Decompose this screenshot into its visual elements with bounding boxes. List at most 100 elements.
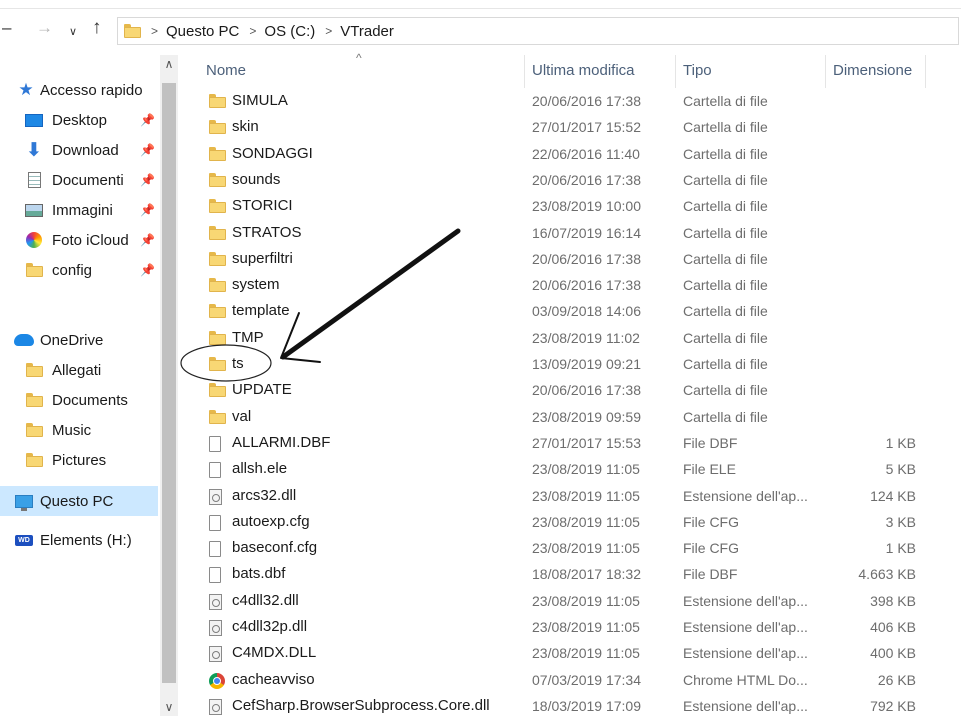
folder-icon [209, 409, 226, 424]
file-icon-wrapper [209, 146, 226, 166]
sidebar-item-label: Elements (H:) [40, 531, 132, 549]
folder-icon [209, 199, 226, 214]
file-icon-wrapper [209, 383, 226, 402]
file-size: 26 KB [877, 671, 916, 688]
file-icon-wrapper [209, 698, 222, 720]
file-row[interactable]: c4dll32.dll 23/08/2019 11:05 Estensione de… [180, 589, 961, 615]
file-row[interactable]: UPDATE 20/06/2016 17:38 Cartella di file [180, 378, 961, 404]
sidebar-item-this-pc[interactable]: Questo PC [0, 486, 158, 516]
back-arrow-icon[interactable]: – [2, 18, 11, 38]
file-row[interactable]: cacheavviso 07/03/2019 17:34 Chrome HTML D… [180, 668, 961, 694]
breadcrumb-separator-icon[interactable]: > [325, 24, 332, 38]
file-modified: 13/09/2019 09:21 [532, 356, 641, 372]
file-modified: 20/06/2016 17:38 [532, 171, 641, 188]
file-row[interactable]: superfiltri 20/06/2016 17:38 Cartella di f… [180, 247, 961, 273]
scrollbar-thumb[interactable] [162, 83, 176, 683]
sidebar-item-label: Accesso rapido [40, 81, 143, 99]
file-row[interactable]: SONDAGGI 22/06/2016 11:40 Cartella di file [180, 142, 961, 168]
sidebar-item-label: Documenti [52, 171, 124, 189]
sidebar-item-music[interactable]: Music [0, 416, 158, 444]
sidebar-item-quick-access[interactable]: ★ Accesso rapido [0, 76, 158, 104]
file-modified: 20/06/2016 17:38 [532, 382, 641, 399]
breadcrumb-drive-c[interactable]: OS (C:) [264, 23, 315, 40]
column-divider[interactable] [825, 55, 826, 88]
sidebar-item-documenti[interactable]: Documenti 📌 [0, 166, 158, 194]
file-modified: 23/08/2019 11:05 [532, 513, 640, 530]
recent-locations-chevron-icon[interactable]: ∨ [69, 22, 77, 42]
sidebar-item-onedrive[interactable]: OneDrive [0, 326, 158, 354]
pin-icon: 📌 [140, 113, 155, 127]
file-row[interactable]: c4dll32p.dll 23/08/2019 11:05 Estensione d… [180, 615, 961, 641]
sidebar-item-download[interactable]: ⬇ Download 📌 [0, 136, 158, 164]
pin-icon: 📌 [140, 203, 155, 217]
sidebar-item-foto-icloud[interactable]: Foto iCloud 📌 [0, 226, 158, 254]
file-row[interactable]: val 23/08/2019 09:59 Cartella di file [180, 405, 961, 431]
file-icon-wrapper [209, 435, 221, 457]
file-modified: 18/08/2017 18:32 [532, 566, 641, 583]
file-row[interactable]: skin 27/01/2017 15:52 Cartella di file [180, 115, 961, 141]
sidebar-item-allegati[interactable]: Allegati [0, 356, 158, 384]
sidebar-item-config[interactable]: config 📌 [0, 256, 158, 284]
file-type: Estensione dell'ap... [683, 487, 808, 504]
file-row[interactable]: C4MDX.DLL 23/08/2019 11:05 Estensione dell… [180, 641, 961, 667]
sidebar-item-label: Allegati [52, 361, 102, 379]
sidebar-item-pictures[interactable]: Pictures [0, 446, 158, 474]
file-row[interactable]: allsh.ele 23/08/2019 11:05 File ELE 5 KB [180, 457, 961, 483]
column-header-type[interactable]: Tipo [683, 62, 712, 79]
column-divider[interactable] [925, 55, 926, 88]
file-name: allsh.ele [232, 460, 288, 478]
pin-icon: 📌 [140, 263, 155, 277]
sidebar-item-label: Desktop [52, 111, 108, 129]
file-row[interactable]: arcs32.dll 23/08/2019 11:05 Estensione del… [180, 484, 961, 510]
column-header-name[interactable]: Nome [206, 62, 246, 79]
forward-arrow-icon[interactable]: → [36, 18, 53, 38]
file-row[interactable]: ts 13/09/2019 09:21 Cartella di file [180, 352, 961, 378]
column-header-modified[interactable]: Ultima modifica [532, 62, 635, 79]
dll-file-icon [209, 646, 222, 663]
ribbon-divider [0, 8, 961, 9]
file-row[interactable]: system 20/06/2016 17:38 Cartella di file [180, 273, 961, 299]
breadcrumb-vtrader[interactable]: VTrader [340, 23, 394, 40]
file-row[interactable]: baseconf.cfg 23/08/2019 11:05 File CFG 1 KB [180, 536, 961, 562]
breadcrumb-separator-icon[interactable]: > [151, 24, 158, 38]
scroll-down-icon[interactable]: ∨ [160, 700, 178, 714]
column-divider[interactable] [675, 55, 676, 88]
file-row[interactable]: bats.dbf 18/08/2017 18:32 File DBF 4.663 KB [180, 562, 961, 588]
pin-icon: 📌 [140, 143, 155, 157]
breadcrumb-this-pc[interactable]: Questo PC [166, 23, 239, 40]
file-row[interactable]: STORICI 23/08/2019 10:00 Cartella di file [180, 194, 961, 220]
external-drive-icon: WD [15, 534, 33, 546]
file-type: Estensione dell'ap... [683, 645, 808, 662]
file-modified: 03/09/2018 14:06 [532, 303, 641, 320]
address-bar[interactable]: > Questo PC > OS (C:) > VTrader [117, 17, 959, 45]
sidebar-item-elements-drive[interactable]: WD Elements (H:) [0, 526, 158, 554]
file-row[interactable]: STRATOS 16/07/2019 16:14 Cartella di file [180, 221, 961, 247]
sidebar-item-desktop[interactable]: Desktop 📌 [0, 106, 158, 134]
folder-icon [25, 453, 43, 467]
file-size: 3 KB [885, 513, 916, 530]
file-modified: 27/01/2017 15:52 [532, 119, 641, 136]
file-name: template [232, 302, 290, 320]
file-size: 124 KB [870, 487, 916, 504]
breadcrumb-separator-icon[interactable]: > [249, 24, 256, 38]
file-icon [209, 435, 221, 452]
file-modified: 20/06/2016 17:38 [532, 250, 641, 267]
file-row[interactable]: autoexp.cfg 23/08/2019 11:05 File CFG 3 KB [180, 510, 961, 536]
up-arrow-icon[interactable]: ↑ [92, 18, 102, 38]
file-type: Cartella di file [683, 408, 768, 425]
scroll-up-icon[interactable]: ∧ [160, 57, 178, 71]
file-row[interactable]: sounds 20/06/2016 17:38 Cartella di file [180, 168, 961, 194]
sidebar-item-documents[interactable]: Documents [0, 386, 158, 414]
column-divider[interactable] [524, 55, 525, 88]
sidebar-item-label: Immagini [52, 201, 113, 219]
folder-icon [25, 393, 43, 407]
sidebar-item-immagini[interactable]: Immagini 📌 [0, 196, 158, 224]
file-row[interactable]: SIMULA 20/06/2016 17:38 Cartella di file [180, 89, 961, 115]
file-row[interactable]: TMP 23/08/2019 11:02 Cartella di file [180, 326, 961, 352]
file-row[interactable]: template 03/09/2018 14:06 Cartella di file [180, 299, 961, 325]
file-icon-wrapper [209, 278, 226, 297]
file-row[interactable]: ALLARMI.DBF 27/01/2017 15:53 File DBF 1 KB [180, 431, 961, 457]
download-icon: ⬇ [26, 139, 42, 161]
column-header-size[interactable]: Dimensione [833, 62, 912, 79]
sidebar-scrollbar[interactable]: ∧ ∨ [160, 55, 178, 716]
